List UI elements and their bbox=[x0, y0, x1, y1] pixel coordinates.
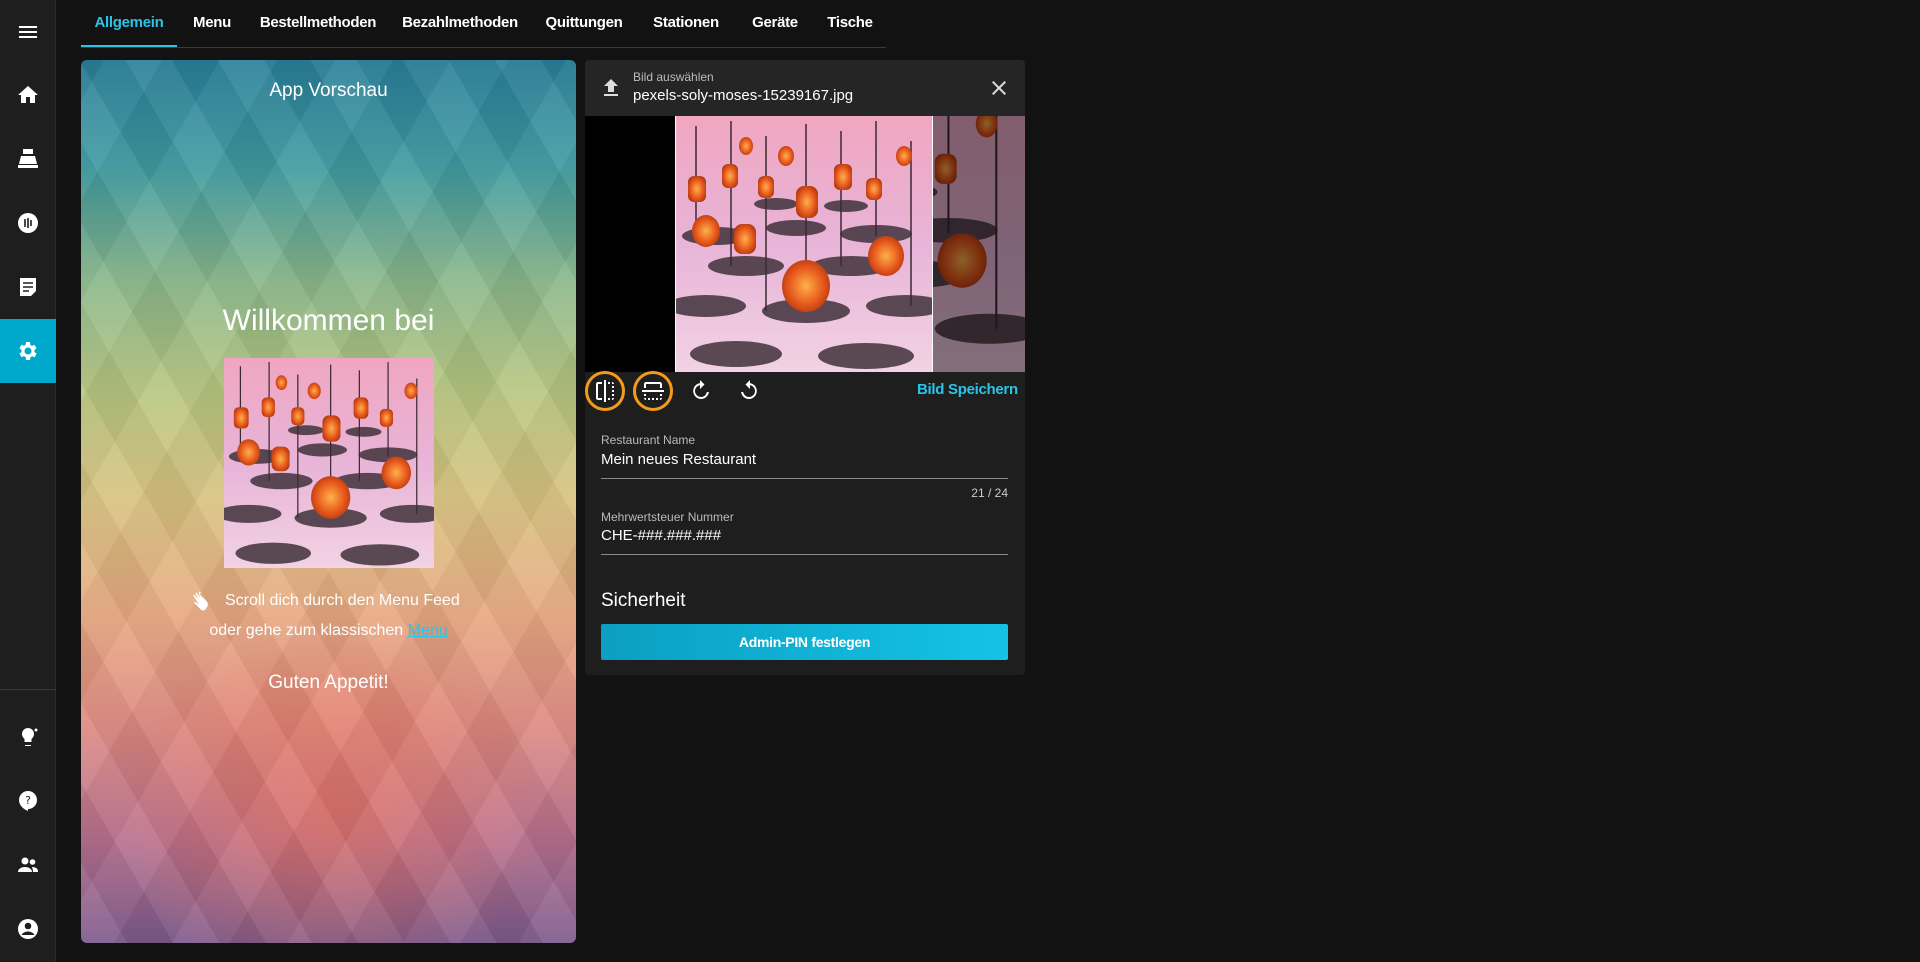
restaurant-name-underline bbox=[601, 478, 1008, 479]
general-settings-card: Bild auswählen pexels-soly-moses-1523916… bbox=[585, 60, 1025, 675]
preview-restaurant-image bbox=[224, 358, 434, 568]
cash-register-icon bbox=[18, 149, 38, 168]
swipe-hand-icon bbox=[193, 591, 208, 611]
sidebar-item-account[interactable] bbox=[0, 897, 56, 961]
sidebar-item-settings[interactable] bbox=[0, 319, 56, 383]
vat-number-field[interactable]: CHE-###.###.### bbox=[601, 527, 721, 544]
sidebar-item-help[interactable]: ? bbox=[0, 769, 56, 833]
sidebar-item-home[interactable] bbox=[0, 63, 56, 127]
tab-menu[interactable]: Menu bbox=[177, 0, 247, 47]
save-image-button[interactable]: Bild Speichern bbox=[917, 381, 1018, 398]
sidebar-item-nfc[interactable] bbox=[0, 191, 56, 255]
preview-appetit: Guten Appetit! bbox=[268, 672, 389, 693]
preview-menu-hint: oder gehe zum klassischen Menu bbox=[81, 622, 576, 640]
flip-horizontal-button[interactable] bbox=[585, 371, 625, 411]
tab-tische[interactable]: Tische bbox=[815, 0, 885, 47]
restaurant-name-label: Restaurant Name bbox=[601, 433, 696, 447]
sidebar-item-ideas[interactable] bbox=[0, 705, 56, 769]
vat-number-label: Mehrwertsteuer Nummer bbox=[601, 510, 734, 524]
flip-horizontal-icon bbox=[596, 380, 614, 402]
tab-allgemein[interactable]: Allgemein bbox=[81, 0, 177, 47]
menu-button[interactable] bbox=[0, 0, 56, 64]
account-icon bbox=[18, 919, 38, 939]
sidebar-item-orders[interactable] bbox=[0, 255, 56, 319]
restaurant-name-field[interactable]: Mein neues Restaurant bbox=[601, 451, 756, 468]
preview-welcome: Willkommen bei bbox=[222, 304, 435, 337]
svg-text:?: ? bbox=[25, 794, 31, 807]
preview-scroll-text: Scroll dich durch den Menu Feed bbox=[225, 592, 460, 609]
tab-geraete[interactable]: Geräte bbox=[735, 0, 815, 47]
settings-icon bbox=[19, 342, 37, 360]
nfc-icon bbox=[18, 213, 38, 233]
tab-stationen[interactable]: Stationen bbox=[637, 0, 735, 47]
settings-tabs: Allgemein Menu Bestellmethoden Bezahlmet… bbox=[81, 0, 886, 48]
users-icon bbox=[18, 857, 38, 872]
preview-title: App Vorschau bbox=[269, 80, 388, 101]
flip-vertical-icon bbox=[642, 382, 664, 400]
preview-or-text: oder gehe zum klassischen bbox=[209, 622, 408, 639]
upload-button[interactable] bbox=[599, 76, 623, 100]
rotate-left-button[interactable] bbox=[729, 371, 769, 411]
help-icon: ? bbox=[19, 791, 37, 811]
restaurant-name-counter: 21 / 24 bbox=[971, 486, 1008, 500]
tab-bestellmethoden[interactable]: Bestellmethoden bbox=[247, 0, 389, 47]
set-admin-pin-button[interactable]: Admin-PIN festlegen bbox=[601, 624, 1008, 660]
security-heading: Sicherheit bbox=[601, 590, 686, 611]
lightbulb-icon bbox=[21, 727, 38, 746]
tab-quittungen[interactable]: Quittungen bbox=[531, 0, 637, 47]
app-preview: App Vorschau Willkommen bei Scroll dich … bbox=[81, 60, 576, 943]
orders-icon bbox=[20, 278, 36, 296]
sidebar-divider bbox=[0, 689, 56, 690]
upload-icon bbox=[604, 79, 618, 96]
crop-selection[interactable] bbox=[675, 116, 933, 372]
file-name: pexels-soly-moses-15239167.jpg bbox=[633, 87, 854, 104]
rotate-right-button[interactable] bbox=[681, 371, 721, 411]
sidebar-item-pos[interactable] bbox=[0, 127, 56, 191]
sidebar: ? bbox=[0, 0, 56, 962]
tab-bezahlmethoden[interactable]: Bezahlmethoden bbox=[389, 0, 531, 47]
menu-icon bbox=[19, 26, 37, 38]
preview-menu-link[interactable]: Menu bbox=[408, 622, 448, 639]
vat-number-underline bbox=[601, 554, 1008, 555]
clear-file-button[interactable] bbox=[987, 76, 1011, 100]
home-icon bbox=[18, 86, 38, 103]
flip-vertical-button[interactable] bbox=[633, 371, 673, 411]
sidebar-item-users[interactable] bbox=[0, 833, 56, 897]
rotate-left-icon bbox=[741, 380, 757, 399]
rotate-right-icon bbox=[693, 380, 709, 399]
preview-scroll-hint: Scroll dich durch den Menu Feed bbox=[189, 588, 479, 614]
close-icon bbox=[992, 81, 1006, 95]
file-input-label: Bild auswählen bbox=[633, 70, 714, 84]
image-cropper[interactable] bbox=[585, 116, 1025, 372]
